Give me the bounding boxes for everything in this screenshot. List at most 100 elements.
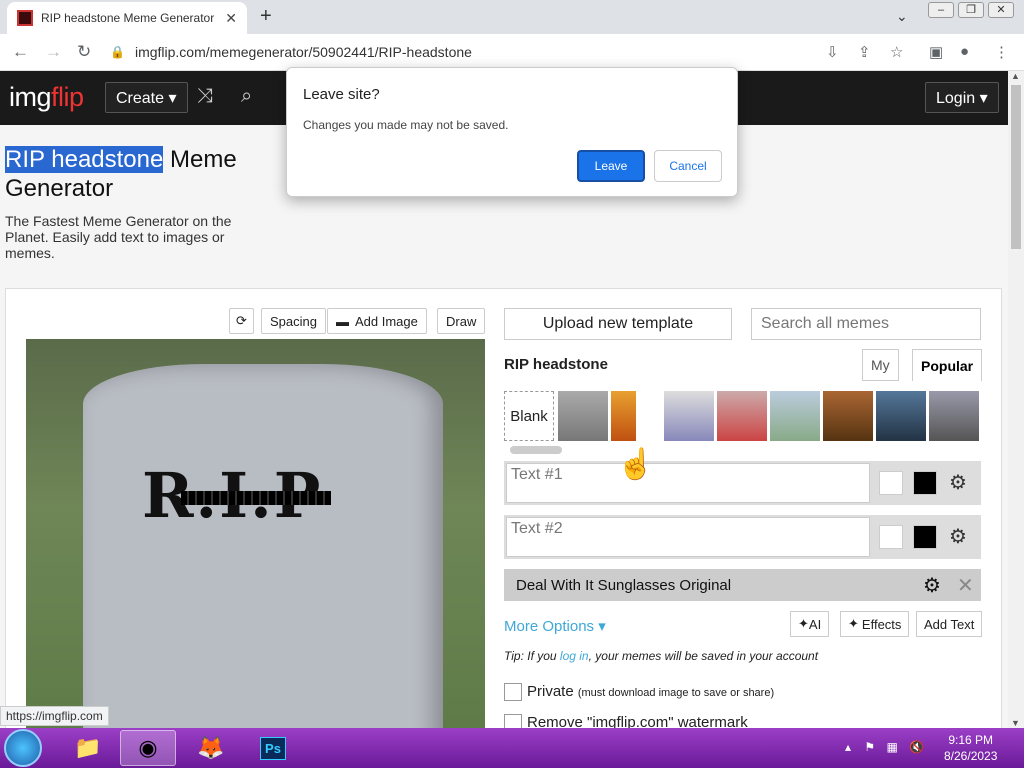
menu-kebab-icon[interactable]: ⋮ bbox=[994, 43, 1009, 61]
text-1-gear-icon[interactable]: ⚙ bbox=[949, 470, 967, 495]
text-2-gear-icon[interactable]: ⚙ bbox=[949, 524, 967, 549]
text-row-1: Text #1 ⚙ bbox=[504, 461, 981, 505]
pixel-sunglasses-overlay[interactable] bbox=[181, 491, 331, 505]
login-link[interactable]: log in bbox=[560, 649, 589, 663]
private-checkbox[interactable] bbox=[504, 683, 522, 701]
share-icon[interactable]: ⇪ bbox=[858, 43, 871, 61]
photoshop-icon[interactable]: Ps bbox=[245, 730, 301, 766]
meme-canvas[interactable]: R.I.P bbox=[26, 339, 485, 728]
thumb-8[interactable] bbox=[929, 391, 979, 441]
tab-popular[interactable]: Popular bbox=[912, 349, 983, 381]
drake-thumb[interactable] bbox=[611, 391, 636, 441]
create-menu-button[interactable]: Create ▾ bbox=[105, 82, 188, 113]
thumb-3[interactable] bbox=[664, 391, 714, 441]
effects-button[interactable]: ✦ Effects bbox=[840, 611, 910, 637]
start-button[interactable] bbox=[4, 729, 42, 767]
thumbnails-scrollbar[interactable] bbox=[510, 446, 562, 454]
layer-gear-icon[interactable]: ⚙ bbox=[923, 573, 941, 598]
imgflip-logo[interactable]: imgflip bbox=[9, 82, 84, 113]
add-image-label: Add Image bbox=[355, 313, 418, 329]
bookmark-star-icon[interactable]: ☆ bbox=[890, 43, 903, 61]
thumb-6[interactable] bbox=[823, 391, 873, 441]
blank-template-thumb[interactable]: Blank bbox=[504, 391, 554, 441]
window-controls: – ❐ ✕ bbox=[928, 2, 1014, 18]
page-scrollbar[interactable]: ▲ ▼ bbox=[1008, 71, 1024, 728]
text-2-color-black[interactable] bbox=[913, 525, 937, 549]
rotate-button[interactable]: ⟳ bbox=[229, 308, 254, 334]
shuffle-icon[interactable]: ⤨ bbox=[197, 85, 213, 108]
leave-site-dialog: Leave site? Changes you made may not be … bbox=[286, 67, 738, 197]
browser-tab-strip: RIP headstone Meme Generator ✕ + ⌄ – ❐ ✕ bbox=[0, 0, 1024, 34]
logo-part-a: img bbox=[9, 82, 52, 112]
spacing-button[interactable]: Spacing bbox=[261, 308, 326, 334]
add-text-button[interactable]: Add Text bbox=[916, 611, 983, 637]
volume-muted-icon[interactable]: 🔇 bbox=[909, 740, 924, 754]
sparkle-icon: ✦ bbox=[798, 616, 809, 631]
tab-my[interactable]: My bbox=[862, 349, 899, 381]
reload-icon[interactable]: ↻ bbox=[77, 42, 91, 62]
rotate-icon: ⟳ bbox=[236, 313, 247, 328]
template-thumbnails: Blank bbox=[504, 391, 981, 441]
search-memes-input[interactable]: Search all memes bbox=[751, 308, 981, 340]
browser-toolbar: ← → ↻ 🔒 imgflip.com/memegenerator/509024… bbox=[0, 34, 1024, 71]
clock[interactable]: 9:16 PM 8/26/2023 bbox=[944, 732, 997, 764]
text-2-input[interactable]: Text #2 bbox=[506, 517, 870, 557]
explorer-icon[interactable]: 📁 bbox=[60, 730, 116, 766]
effects-label: Effects bbox=[861, 616, 902, 632]
tab-title: RIP headstone Meme Generator bbox=[41, 11, 215, 25]
minimize-icon[interactable]: – bbox=[928, 2, 954, 18]
scroll-up-icon[interactable]: ▲ bbox=[1011, 71, 1020, 81]
upload-template-button[interactable]: Upload new template bbox=[504, 308, 732, 340]
imgflip-favicon-icon bbox=[17, 10, 33, 26]
watermark-label: Remove "imgflip.com" watermark bbox=[527, 714, 748, 728]
text-1-color-black[interactable] bbox=[913, 471, 937, 495]
more-options-link[interactable]: More Options ▾ bbox=[504, 617, 606, 635]
thumb-4[interactable] bbox=[717, 391, 767, 441]
profile-icon[interactable]: ● bbox=[960, 43, 969, 60]
private-note: (must download image to save or share) bbox=[577, 687, 775, 699]
page-title: RIP headstone Meme Generator bbox=[5, 145, 265, 203]
tab-search-chevron-icon[interactable]: ⌄ bbox=[896, 8, 908, 25]
close-tab-icon[interactable]: ✕ bbox=[225, 10, 237, 27]
install-app-icon[interactable]: ⇩ bbox=[826, 43, 839, 61]
close-window-icon[interactable]: ✕ bbox=[988, 2, 1014, 18]
forward-icon[interactable]: → bbox=[45, 42, 62, 62]
add-image-button[interactable]: ▬ Add Image bbox=[327, 308, 427, 334]
network-icon[interactable]: ▦ bbox=[886, 740, 897, 754]
tip-post: , your memes will be saved in your accou… bbox=[588, 649, 819, 663]
text-1-color-white[interactable] bbox=[879, 471, 903, 495]
address-bar[interactable]: 🔒 imgflip.com/memegenerator/50902441/RIP… bbox=[110, 38, 830, 66]
draw-button[interactable]: Draw bbox=[437, 308, 486, 334]
scroll-down-icon[interactable]: ▼ bbox=[1011, 718, 1020, 728]
leave-button[interactable]: Leave bbox=[577, 150, 645, 182]
image-layer-label: Deal With It Sunglasses Original bbox=[516, 576, 732, 594]
effects-sparkle-icon: ✦ bbox=[848, 616, 859, 631]
scrollbar-thumb[interactable] bbox=[1011, 85, 1021, 249]
text-row-2: Text #2 ⚙ bbox=[504, 515, 981, 559]
text-2-color-white[interactable] bbox=[879, 525, 903, 549]
private-label: Private (must download image to save or … bbox=[527, 683, 774, 700]
search-icon[interactable]: ⌕ bbox=[241, 85, 252, 108]
restore-icon[interactable]: ❐ bbox=[958, 2, 984, 18]
chrome-icon[interactable]: ◉ bbox=[120, 730, 176, 766]
thumb-7[interactable] bbox=[876, 391, 926, 441]
firefox-icon[interactable]: 🦊 bbox=[183, 730, 239, 766]
logo-part-b: flip bbox=[51, 82, 84, 112]
clock-time: 9:16 PM bbox=[948, 733, 994, 747]
new-tab-icon[interactable]: + bbox=[260, 5, 272, 28]
image-layer-row: Deal With It Sunglasses Original ⚙ ✕ bbox=[504, 569, 981, 601]
rip-thumb[interactable] bbox=[558, 391, 608, 441]
url-text: imgflip.com/memegenerator/50902441/RIP-h… bbox=[134, 44, 472, 60]
text-1-input[interactable]: Text #1 bbox=[506, 463, 870, 503]
watermark-checkbox[interactable] bbox=[504, 714, 522, 728]
back-icon[interactable]: ← bbox=[12, 42, 29, 62]
login-menu-button[interactable]: Login ▾ bbox=[925, 82, 999, 113]
side-panel-icon[interactable]: ▣ bbox=[929, 43, 943, 61]
layer-remove-icon[interactable]: ✕ bbox=[957, 573, 974, 598]
browser-tab[interactable]: RIP headstone Meme Generator ✕ bbox=[7, 2, 247, 34]
thumb-5[interactable] bbox=[770, 391, 820, 441]
cancel-button[interactable]: Cancel bbox=[654, 150, 722, 182]
ai-button[interactable]: ✦ AI bbox=[790, 611, 830, 637]
tray-expand-icon[interactable]: ▴ bbox=[845, 740, 851, 754]
action-center-flag-icon[interactable]: ⚑ bbox=[864, 740, 875, 754]
